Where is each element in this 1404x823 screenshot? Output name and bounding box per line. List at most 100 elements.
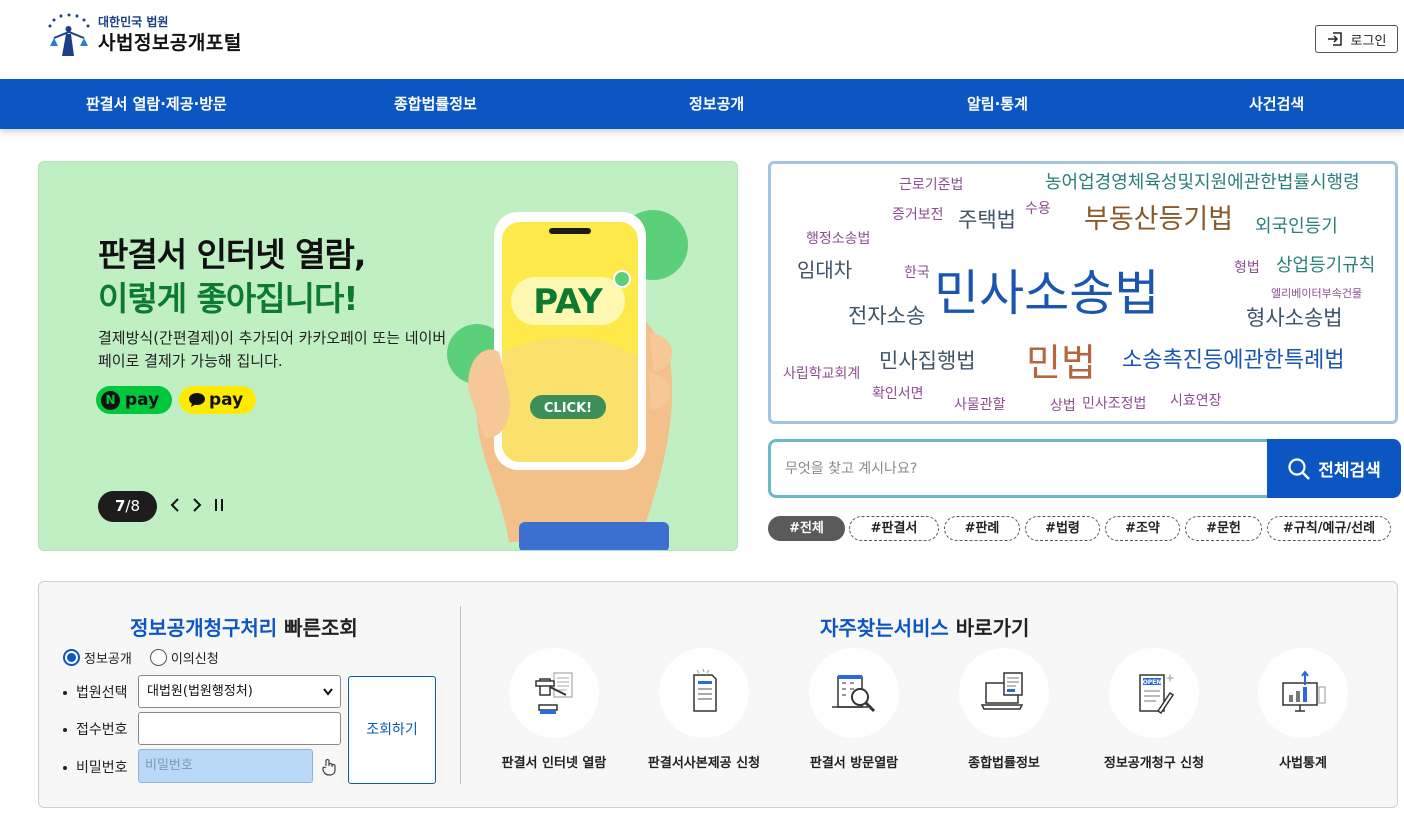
tag-all[interactable]: #전체	[768, 516, 845, 541]
court-label-text: 법원선택	[76, 685, 128, 701]
keyword[interactable]: 소송촉진등에관한특례법	[1122, 350, 1345, 372]
keyword[interactable]: 사물관할	[954, 398, 1006, 412]
court-select-value: 대법원(법원행정처)	[147, 684, 253, 699]
receipt-label-text: 접수번호	[76, 722, 128, 738]
keyword[interactable]: 한국	[904, 266, 930, 280]
search-button-label: 전체검색	[1318, 461, 1381, 481]
banner-title-line2: 이렇게 좋아집니다!	[98, 279, 358, 318]
naver-pay-badge: N pay	[96, 386, 172, 414]
prev-slide-button[interactable]	[169, 497, 181, 516]
receipt-number-input[interactable]	[138, 712, 341, 745]
next-slide-button[interactable]	[191, 497, 203, 516]
keyword[interactable]: 민사집행법	[879, 351, 976, 372]
radio-disclosure[interactable]	[63, 649, 80, 666]
keyword[interactable]: 농어업경영체육성및지원에관한법률시행령	[1045, 174, 1360, 192]
keyword[interactable]: 민법	[1026, 344, 1096, 382]
court-select[interactable]: 대법원(법원행정처)	[138, 675, 341, 708]
nav-item-info-disclosure[interactable]: 정보공개	[689, 79, 744, 129]
keyword[interactable]: 엘리베이터부속건물	[1271, 288, 1362, 299]
quick-lookup-title-blue: 정보공개청구처리	[130, 616, 278, 640]
building-search-icon	[832, 675, 876, 713]
keyword[interactable]: 민사소송법	[934, 269, 1159, 318]
keyword[interactable]: 수용	[1025, 202, 1051, 216]
service-statistics[interactable]: 사법통계	[1228, 648, 1378, 771]
keyword[interactable]: 외국인등기	[1255, 218, 1338, 236]
speech-bubble-icon	[189, 393, 205, 407]
nav-item-case-search[interactable]: 사건검색	[1249, 79, 1304, 129]
banner-description: 결제방식(간편결제)이 추가되어 카카오페이 또는 네이버페이로 결제가 가능해…	[98, 329, 447, 370]
keyword[interactable]: 형사소송법	[1246, 308, 1343, 329]
service-label: 사법통계	[1279, 756, 1327, 771]
service-icon-circle	[659, 648, 749, 738]
keyword[interactable]: 주택법	[958, 210, 1016, 231]
site-logo[interactable]: 대한민국 법원 사법정보공개포털	[44, 12, 242, 58]
service-icon-circle: OPEN	[1109, 648, 1199, 738]
service-judgment-online[interactable]: 판결서 인터넷 열람	[479, 648, 629, 771]
panel-divider	[460, 606, 461, 784]
keyword[interactable]: 행정소송법	[806, 232, 870, 246]
bullet-icon	[63, 728, 67, 732]
service-icon-circle	[509, 648, 599, 738]
bottom-panel: 정보공개청구처리 빠른조회 정보공개 이의신청 법원선택 대법원(법원행정처) …	[38, 581, 1398, 808]
keyword[interactable]: 전자소송	[848, 306, 925, 327]
search-icon	[1288, 457, 1311, 480]
open-document-icon: OPEN	[1139, 673, 1175, 715]
service-copy-request[interactable]: 판결서사본제공 신청	[629, 648, 779, 771]
nav-item-notice-stats[interactable]: 알림·통계	[967, 79, 1028, 129]
login-button[interactable]: 로그인	[1315, 25, 1398, 53]
receipt-label: 접수번호	[63, 719, 128, 739]
tag-statute[interactable]: #법령	[1025, 516, 1100, 541]
radio-objection[interactable]	[149, 649, 167, 666]
naver-n-icon: N	[101, 390, 120, 410]
keyword[interactable]: 시효연장	[1170, 394, 1222, 408]
keyword[interactable]: 증거보전	[892, 208, 944, 222]
phone-payment-illustration: PAY CLICK!	[447, 210, 688, 550]
nav-item-legal-info[interactable]: 종합법률정보	[394, 79, 477, 129]
virtual-keyboard-icon[interactable]	[322, 758, 336, 776]
service-legal-info[interactable]: 종합법률정보	[929, 648, 1079, 771]
chevron-right-icon	[193, 498, 202, 512]
tag-precedent[interactable]: #판례	[944, 516, 1020, 541]
keyword[interactable]: 사립학교회계	[783, 367, 860, 381]
service-visit-reading[interactable]: 판결서 방문열람	[779, 648, 929, 771]
radio-objection-label[interactable]: 이의신청	[171, 648, 219, 667]
keyword-cloud: 근로기준법 농어업경영체육성및지원에관한법률시행령 증거보전 수용 주택법 부동…	[768, 161, 1398, 424]
keyword[interactable]: 형법	[1234, 261, 1260, 275]
service-disclosure-request[interactable]: OPEN 정보공개청구 신청	[1079, 648, 1229, 771]
pause-slide-button[interactable]	[213, 497, 225, 516]
bullet-icon	[63, 766, 67, 770]
lookup-button[interactable]: 조회하기	[348, 676, 436, 784]
password-input[interactable]: 비밀번호	[138, 749, 313, 783]
phone-pay-text: PAY	[533, 282, 603, 322]
service-icon-circle	[1258, 648, 1348, 738]
service-icon-circle	[809, 648, 899, 738]
kakao-pay-badge: pay	[179, 386, 256, 414]
login-icon	[1327, 32, 1342, 46]
service-label: 판결서 인터넷 열람	[501, 756, 607, 771]
document-icon	[693, 668, 717, 712]
keyword[interactable]: 부동산등기법	[1084, 206, 1233, 233]
keyword[interactable]: 확인서면	[872, 387, 924, 401]
pause-icon	[215, 499, 223, 511]
search-button[interactable]: 전체검색	[1267, 439, 1401, 498]
tag-judgment[interactable]: #판결서	[849, 516, 939, 541]
naver-pay-text: pay	[125, 390, 160, 410]
nav-item-judgment[interactable]: 판결서 열람·제공·방문	[86, 79, 227, 129]
keyword[interactable]: 민사조정법	[1082, 397, 1146, 411]
logo-title: 사법정보공개포털	[98, 32, 242, 54]
service-label: 종합법률정보	[968, 756, 1040, 771]
promo-banner[interactable]: 판결서 인터넷 열람, 이렇게 좋아집니다! 결제방식(간편결제)이 추가되어 …	[38, 161, 738, 551]
tag-treaty[interactable]: #조약	[1105, 516, 1180, 541]
svg-text:OPEN: OPEN	[1143, 679, 1162, 686]
keyword[interactable]: 상업등기규칙	[1276, 257, 1375, 275]
tag-rules[interactable]: #규칙/예규/선례	[1267, 516, 1391, 541]
login-label: 로그인	[1350, 33, 1387, 49]
kakao-pay-text: pay	[209, 390, 244, 410]
tag-literature[interactable]: #문헌	[1185, 516, 1262, 541]
keyword[interactable]: 임대차	[797, 260, 852, 280]
keyword[interactable]: 근로기준법	[899, 178, 963, 192]
bullet-icon	[63, 691, 67, 695]
radio-disclosure-label[interactable]: 정보공개	[84, 648, 132, 667]
keyword[interactable]: 상법	[1050, 399, 1076, 413]
search-input[interactable]	[785, 452, 1255, 486]
